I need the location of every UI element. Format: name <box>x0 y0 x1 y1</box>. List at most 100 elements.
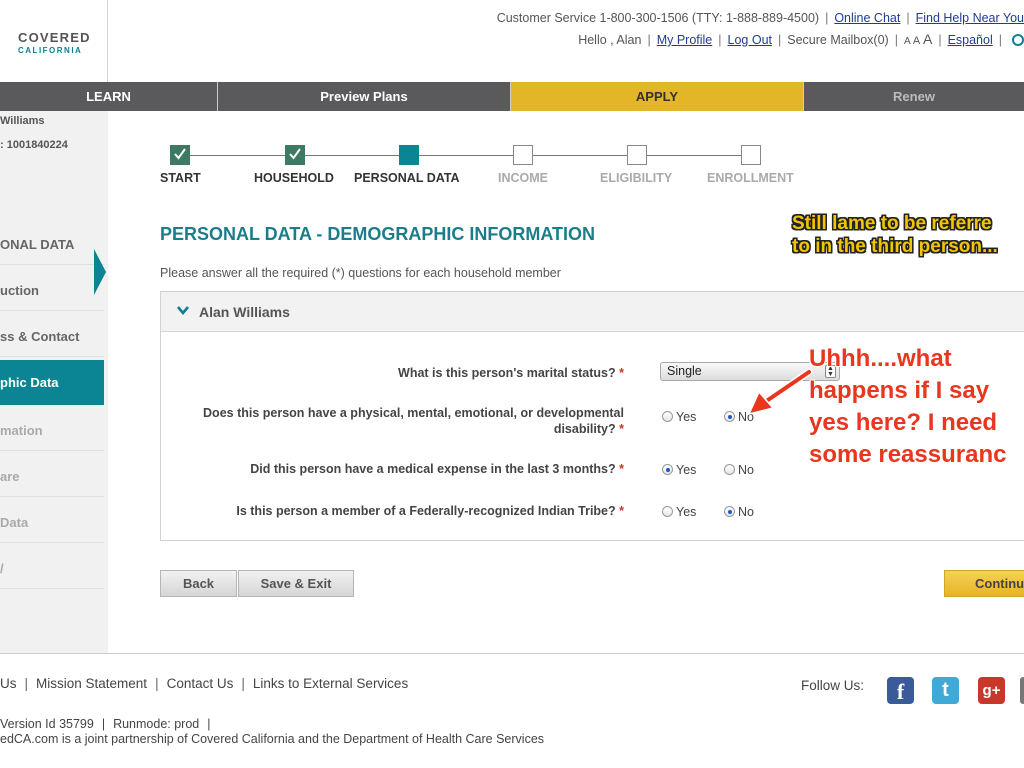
annotation-line: yes here? I need <box>809 409 998 436</box>
step-label-household: HOUSEHOLD <box>254 171 334 185</box>
sidebar-item-address-contact[interactable]: ss & Contact <box>0 329 104 357</box>
step-label-personal-data: PERSONAL DATA <box>354 171 460 185</box>
marital-status-value: Single <box>667 364 702 378</box>
text-size-large[interactable]: A <box>923 31 932 47</box>
sidebar-item-care[interactable]: are <box>0 469 104 497</box>
step-enrollment-box <box>741 145 761 165</box>
annotation-arrow-icon <box>747 368 813 416</box>
radio-circle[interactable] <box>662 506 673 517</box>
radio-circle[interactable] <box>724 411 735 422</box>
radio-circle[interactable] <box>662 464 673 475</box>
annotation-line: some reassuranc <box>809 441 1007 468</box>
runmode: Runmode: prod <box>113 717 200 731</box>
disability-yes-radio[interactable]: Yes <box>662 410 696 424</box>
radio-label: No <box>738 463 754 477</box>
required-asterisk: * <box>619 462 624 476</box>
sidebar-item-review[interactable]: / <box>0 561 104 589</box>
back-button[interactable]: Back <box>160 570 237 597</box>
version-id: Version Id 35799 <box>0 717 94 731</box>
annotation-line: Uhhh....what <box>809 345 952 372</box>
annotation-line: happens if I say <box>809 377 990 404</box>
annotation-reassurance: Uhhh....what happens if I say yes here? … <box>809 343 1006 471</box>
save-exit-button[interactable]: Save & Exit <box>238 570 354 597</box>
greeting-text: Hello , Alan <box>578 33 642 47</box>
question-medical-expense: Did this person have a medical expense i… <box>164 461 624 477</box>
medical-expense-yes-radio[interactable]: Yes <box>662 463 696 477</box>
secure-mailbox-link[interactable]: Secure Mailbox(0) <box>787 33 888 47</box>
find-help-link[interactable]: Find Help Near You <box>916 11 1024 25</box>
question-disability: Does this person have a physical, mental… <box>164 405 624 437</box>
my-profile-link[interactable]: My Profile <box>657 33 713 47</box>
text-size-small[interactable]: A <box>904 36 910 47</box>
sidebar-member-name: Williams <box>0 115 45 127</box>
step-income-box <box>513 145 533 165</box>
sidebar-item-introduction[interactable]: uction <box>0 283 104 311</box>
twitter-icon[interactable]: t <box>932 677 959 704</box>
logo-word-covered: COVERED <box>18 30 91 45</box>
sidebar-case-id: : 1001840224 <box>0 139 68 151</box>
required-asterisk: * <box>619 422 624 436</box>
footer-link-contact[interactable]: Contact Us <box>167 676 234 691</box>
annotation-line: to in the third person... <box>792 236 998 257</box>
footer-divider <box>0 653 1024 654</box>
version-info: Version Id 35799 | Runmode: prod | <box>0 717 211 731</box>
nav-tab-apply[interactable]: APPLY <box>511 82 804 111</box>
logo-divider <box>107 0 108 82</box>
radio-label: Yes <box>676 505 697 519</box>
footer-link-external[interactable]: Links to External Services <box>253 676 408 691</box>
question-text: Is this person a member of a Federally-r… <box>236 504 616 518</box>
log-out-link[interactable]: Log Out <box>728 33 772 47</box>
radio-label: No <box>738 505 754 519</box>
radio-circle[interactable] <box>724 464 735 475</box>
sidebar-item-data[interactable]: Data <box>0 515 104 543</box>
google-plus-icon[interactable]: g+ <box>978 677 1005 704</box>
progress-line <box>190 155 752 156</box>
covered-california-logo[interactable]: COVERED CALIFORNIA <box>0 12 98 74</box>
annotation-line: Still lame to be referre <box>792 213 992 234</box>
sidebar-item-demographic-data[interactable]: phic Data <box>0 360 104 405</box>
utility-bar-top: Customer Service 1-800-300-1506 (TTY: 1-… <box>496 11 1024 25</box>
instructions-text: Please answer all the required (*) quest… <box>160 266 561 280</box>
footer-link-about[interactable]: Us <box>0 676 17 691</box>
partnership-text: edCA.com is a joint partnership of Cover… <box>0 732 545 746</box>
radio-label: Yes <box>676 463 697 477</box>
nav-tab-renew[interactable]: Renew <box>804 82 1024 111</box>
question-text: What is this person's marital status? <box>398 366 616 380</box>
nav-tab-preview-plans[interactable]: Preview Plans <box>218 82 511 111</box>
text-size-controls: A A A <box>904 31 932 47</box>
more-social-icon[interactable] <box>1020 677 1024 704</box>
indian-tribe-no-radio[interactable]: No <box>724 505 754 519</box>
member-panel-header[interactable]: Alan Williams <box>161 292 1024 332</box>
question-text: Did this person have a medical expense i… <box>250 462 616 476</box>
indian-tribe-yes-radio[interactable]: Yes <box>662 505 696 519</box>
required-asterisk: * <box>619 504 624 518</box>
chevron-down-icon[interactable] <box>177 306 189 315</box>
footer-links: Us | Mission Statement | Contact Us | Links to… <box>0 676 409 691</box>
radio-circle[interactable] <box>662 411 673 422</box>
medical-expense-no-radio[interactable]: No <box>724 463 754 477</box>
page-title: PERSONAL DATA - DEMOGRAPHIC INFORMATION <box>160 224 595 244</box>
nav-tab-learn[interactable]: LEARN <box>0 82 218 111</box>
logo-word-california: CALIFORNIA <box>18 46 83 55</box>
member-name: Alan Williams <box>199 304 290 320</box>
footer-link-mission[interactable]: Mission Statement <box>36 676 147 691</box>
main-nav: LEARN Preview Plans APPLY Renew <box>0 82 1024 111</box>
continue-button[interactable]: Continu <box>944 570 1024 597</box>
step-label-enrollment: ENROLLMENT <box>707 171 794 185</box>
sidebar: Williams : 1001840224 ONAL DATA uction s… <box>0 111 108 653</box>
sidebar-item-personal-data[interactable]: ONAL DATA <box>0 237 104 265</box>
facebook-icon[interactable]: f <box>887 677 914 704</box>
text-size-medium[interactable]: A <box>913 35 920 47</box>
sidebar-item-information[interactable]: mation <box>0 423 104 451</box>
customer-service-text: Customer Service 1-800-300-1506 (TTY: 1-… <box>496 11 820 25</box>
utility-bar-bottom: Hello , Alan | My Profile | Log Out | Secure M… <box>578 31 1024 47</box>
espanol-link[interactable]: Español <box>948 33 993 47</box>
radio-circle[interactable] <box>724 506 735 517</box>
question-indian-tribe: Is this person a member of a Federally-r… <box>164 503 624 519</box>
step-personal-data-box <box>399 145 419 165</box>
radio-label: Yes <box>676 410 697 424</box>
sidebar-active-arrow <box>94 249 106 295</box>
online-chat-link[interactable]: Online Chat <box>834 11 900 25</box>
step-eligibility-box <box>627 145 647 165</box>
globe-icon[interactable] <box>1012 34 1024 46</box>
